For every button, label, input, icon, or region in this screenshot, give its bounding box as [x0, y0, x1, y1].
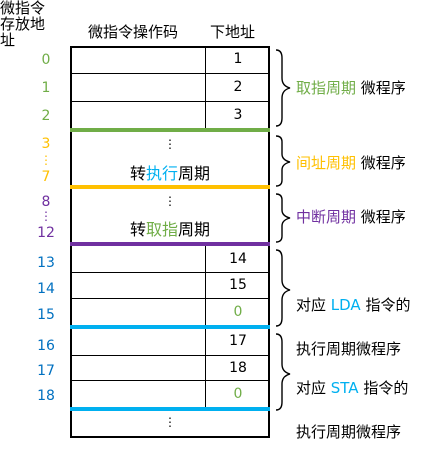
address-2: 2: [41, 108, 51, 124]
interrupt-cycle-separator: [70, 242, 270, 246]
address-17: 17: [37, 363, 55, 379]
interrupt-cycle-highlight: 中断周期: [296, 208, 357, 226]
indirect-cycle-annotation: 间址周期 微程序: [296, 152, 406, 174]
indirect-cycle-highlight: 间址周期: [296, 154, 357, 172]
address-0: 0: [41, 52, 51, 68]
bottom-dots: ⋮: [164, 415, 176, 429]
row-line: [70, 101, 270, 102]
address-18: 18: [37, 388, 55, 404]
next-address-cell: 0: [233, 304, 243, 320]
row-line: [70, 380, 270, 381]
lda-annotation-line1: 对应 LDA 指令的: [296, 294, 410, 316]
indirect-cycle-separator: [70, 185, 270, 189]
sta-annotation: 对应 STA 指令的 执行周期微程序: [296, 355, 408, 465]
address-7: 7: [41, 169, 51, 185]
sta-brace-icon: [275, 333, 291, 411]
execute-highlight: 执行: [145, 164, 178, 183]
address-column-header: 微指令 存放地 址: [0, 0, 46, 49]
indirect-block-dots: ⋮: [164, 137, 176, 151]
address-13: 13: [37, 255, 55, 271]
opcode-column-header: 微指令操作码: [88, 23, 179, 41]
lda-suffix: 指令的: [360, 296, 411, 314]
interrupt-cycle-annotation: 中断周期 微程序: [296, 206, 406, 228]
address-16: 16: [37, 338, 55, 354]
sta-execute-separator: [70, 407, 270, 411]
interrupt-block-dots: ⋮: [164, 194, 176, 208]
next-address-cell: 2: [233, 79, 243, 95]
lda-highlight: LDA: [330, 296, 361, 314]
fetch-cycle-highlight: 取指周期: [296, 79, 357, 97]
address-1: 1: [41, 80, 51, 96]
indirect-brace-icon: [275, 135, 291, 187]
row-line: [70, 355, 270, 356]
interrupt-cycle-rest: 微程序: [356, 208, 406, 226]
fetch-highlight: 取指: [145, 220, 178, 239]
lda-execute-separator: [70, 325, 270, 329]
sta-annotation-line2: 执行周期微程序: [296, 423, 402, 441]
address-8-12-dots: ⋮: [40, 209, 52, 223]
next-address-cell: 15: [229, 277, 247, 293]
goto-execute-cycle-label: 转执行周期: [70, 160, 270, 184]
goto-prefix: 转: [129, 164, 146, 183]
lda-prefix: 对应: [296, 296, 331, 314]
indirect-cycle-rest: 微程序: [356, 154, 406, 172]
goto-fetch-cycle-label: 转取指周期: [70, 216, 270, 240]
next-address-cell: 18: [229, 360, 247, 376]
interrupt-brace-icon: [275, 193, 291, 243]
next-address-cell: 0: [233, 386, 243, 402]
cycle-suffix: 周期: [178, 220, 211, 239]
next-address-column-header: 下地址: [210, 23, 256, 41]
sta-annotation-line1: 对应 STA 指令的: [296, 377, 408, 399]
address-15: 15: [37, 307, 55, 323]
fetch-brace-icon: [275, 49, 291, 127]
sta-highlight: STA: [330, 379, 359, 397]
lda-brace-icon: [275, 249, 291, 327]
cycle-suffix: 周期: [178, 164, 211, 183]
next-address-cell: 1: [233, 51, 243, 67]
fetch-cycle-rest: 微程序: [356, 79, 406, 97]
goto-prefix: 转: [129, 220, 146, 239]
address-14: 14: [37, 281, 55, 297]
address-3-7-dots: ⋮: [40, 153, 52, 167]
row-line: [70, 272, 270, 273]
next-address-cell: 14: [229, 251, 247, 267]
sta-suffix: 指令的: [358, 379, 409, 397]
fetch-cycle-annotation: 取指周期 微程序: [296, 77, 406, 99]
fetch-cycle-separator: [70, 128, 270, 132]
sta-prefix: 对应: [296, 379, 331, 397]
row-line: [70, 73, 270, 74]
row-line: [70, 298, 270, 299]
brace-group: [275, 49, 291, 411]
next-address-cell: 17: [229, 333, 247, 349]
next-address-cell: 3: [233, 107, 243, 123]
address-12: 12: [37, 225, 55, 241]
address-3: 3: [41, 136, 51, 152]
